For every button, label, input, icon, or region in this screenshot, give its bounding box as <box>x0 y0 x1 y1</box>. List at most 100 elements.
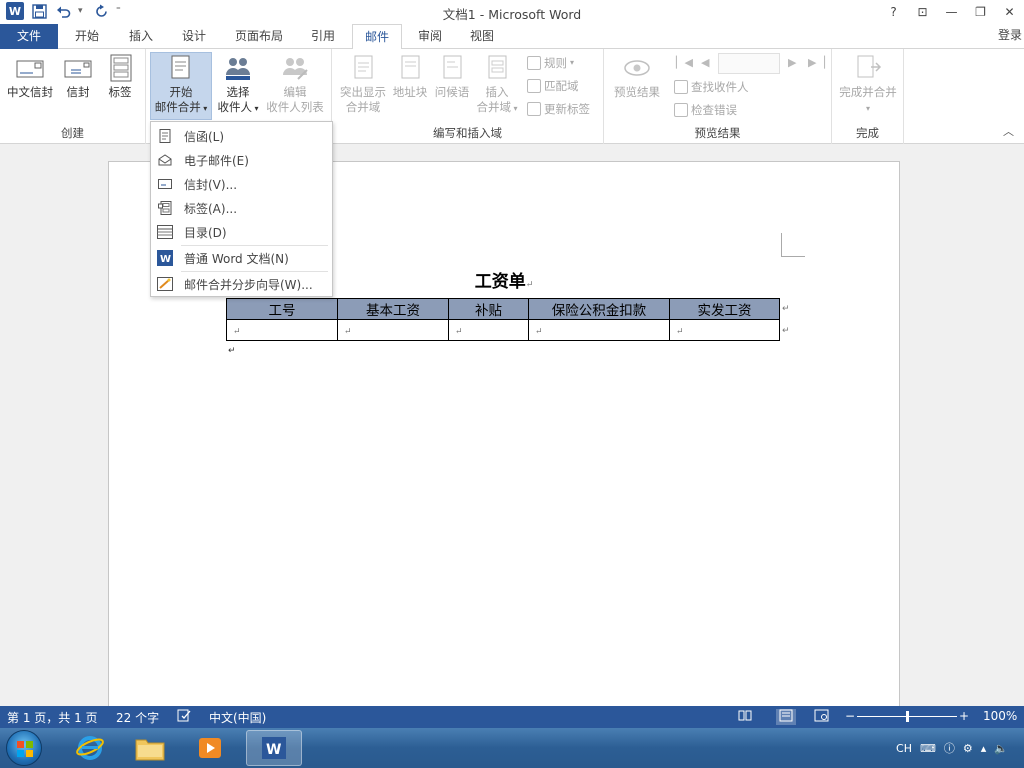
tab-insert[interactable]: 插入 <box>118 24 164 49</box>
start-mail-merge-button[interactable]: 开始 邮件合并 ▾ <box>150 52 212 120</box>
speaker-icon[interactable]: 🔈 <box>994 742 1008 755</box>
match-fields-button[interactable]: 匹配域 <box>527 76 579 96</box>
web-layout-icon[interactable] <box>814 709 829 725</box>
menu-item-normal-word-document[interactable]: W 普通 Word 文档(N) <box>151 246 332 270</box>
next-record-icon[interactable]: ▶ <box>788 56 796 69</box>
tab-page-layout[interactable]: 页面布局 <box>226 24 292 49</box>
show-hidden-icons-icon[interactable]: ▴ <box>981 742 987 755</box>
taskbar-file-explorer[interactable] <box>122 730 178 766</box>
menu-item-labels[interactable]: 标签(A)... <box>151 196 332 220</box>
table-header-row: 工号 基本工资 补贴 保险公积金扣款 实发工资 <box>226 298 780 320</box>
salary-table[interactable]: 工号 基本工资 补贴 保险公积金扣款 实发工资 ↵ ↵ ↵ ↵ ↵ <box>226 298 780 341</box>
settings-tray-icon[interactable]: ⚙ <box>963 742 973 755</box>
finish-merge-button[interactable]: 完成并合并 ▾ <box>834 53 902 116</box>
labels-icon <box>110 54 132 82</box>
edit-recipient-list-button[interactable]: 编辑 收件人列表 <box>262 53 328 115</box>
first-record-icon[interactable]: ▏◀ <box>676 56 693 69</box>
highlight-merge-fields-label-1: 突出显示 <box>340 85 386 99</box>
print-layout-icon[interactable] <box>776 709 796 725</box>
labels-button[interactable]: 标签 <box>102 53 138 100</box>
highlight-merge-fields-icon <box>354 55 373 79</box>
greeting-line-button[interactable]: 问候语 <box>432 53 472 100</box>
table-header-cell[interactable]: 补贴 <box>448 298 529 320</box>
svg-text:W: W <box>266 742 281 758</box>
ribbon-display-options-icon[interactable]: ⊡ <box>908 0 937 24</box>
tab-mailings[interactable]: 邮件 <box>352 24 402 50</box>
table-cell[interactable]: ↵ <box>337 319 449 341</box>
sign-in-link[interactable]: 登录 <box>998 26 1022 43</box>
keyboard-icon[interactable]: ⌨ <box>920 742 936 755</box>
table-header-cell[interactable]: 基本工资 <box>337 298 449 320</box>
language-status[interactable]: 中文(中国) <box>209 709 266 726</box>
menu-item-email[interactable]: 电子邮件(E) <box>151 148 332 172</box>
update-labels-button[interactable]: 更新标签 <box>527 99 590 119</box>
menu-item-mail-merge-wizard[interactable]: 邮件合并分步向导(W)... <box>151 272 332 296</box>
last-record-icon[interactable]: ▶▕ <box>808 56 825 69</box>
table-row: ↵ ↵ ↵ ↵ ↵ <box>226 319 780 341</box>
group-write-insert-fields: 突出显示 合并域 地址块 问候语 插入 合并域 ▾ 规则 ▾ 匹配域 更新标签 编… <box>332 49 604 144</box>
preview-results-button[interactable]: 预览结果 <box>608 53 666 100</box>
header-insurance-deduction: 保险公积金扣款 <box>551 303 647 319</box>
window-title: 文档1 - Microsoft Word <box>442 7 582 22</box>
minimize-icon[interactable]: — <box>937 0 966 24</box>
header-net-salary: 实发工资 <box>697 303 752 319</box>
menu-item-letters[interactable]: 信函(L) <box>151 124 332 148</box>
start-mail-merge-label-1: 开始 <box>169 85 193 99</box>
envelope-button[interactable]: 信封 <box>60 53 96 100</box>
help-tray-icon[interactable]: ⓘ <box>944 740 955 756</box>
tab-view[interactable]: 视图 <box>459 24 505 49</box>
document-title-text: 工资单 <box>474 272 526 292</box>
table-header-cell[interactable]: 实发工资 <box>669 298 780 320</box>
tab-review[interactable]: 审阅 <box>407 24 453 49</box>
select-recipients-button[interactable]: 选择 收件人 ▾ <box>214 53 262 116</box>
zoom-level[interactable]: 100% <box>983 709 1017 723</box>
taskbar-internet-explorer[interactable] <box>62 730 118 766</box>
table-cell[interactable]: ↵ <box>669 319 780 341</box>
find-recipient-icon <box>674 80 688 94</box>
zoom-in-button[interactable]: + <box>959 709 969 723</box>
table-header-cell[interactable]: 工号 <box>226 298 338 320</box>
chinese-envelope-button[interactable]: 中文信封 <box>4 53 56 100</box>
page-count-status[interactable]: 第 1 页，共 1 页 <box>7 709 98 726</box>
collapse-ribbon-icon[interactable]: ︿ <box>1003 123 1014 139</box>
wizard-icon <box>157 276 173 292</box>
start-button[interactable] <box>6 730 42 766</box>
table-header-cell[interactable]: 保险公积金扣款 <box>528 298 670 320</box>
tab-references[interactable]: 引用 <box>300 24 346 49</box>
start-mail-merge-icon <box>171 55 190 79</box>
rules-button[interactable]: 规则 ▾ <box>527 53 574 73</box>
ime-indicator[interactable]: CH <box>896 742 912 755</box>
check-errors-button[interactable]: 检查错误 <box>674 100 737 120</box>
update-labels-label: 更新标签 <box>544 102 590 116</box>
previous-record-icon[interactable]: ◀ <box>701 56 709 69</box>
greeting-line-icon <box>443 55 462 79</box>
table-cell[interactable]: ↵ <box>448 319 529 341</box>
finish-merge-label: 完成并合并 <box>839 85 897 99</box>
menu-item-envelopes[interactable]: 信封(V)... <box>151 172 332 196</box>
tab-home[interactable]: 开始 <box>64 24 110 49</box>
read-mode-icon[interactable] <box>738 709 752 725</box>
highlight-merge-fields-button[interactable]: 突出显示 合并域 <box>336 53 390 115</box>
group-preview-label: 预览结果 <box>694 126 741 140</box>
menu-item-directory[interactable]: 目录(D) <box>151 220 332 244</box>
record-number-input[interactable] <box>718 53 780 74</box>
find-recipient-button[interactable]: 查找收件人 <box>674 77 749 97</box>
address-block-button[interactable]: 地址块 <box>390 53 430 100</box>
proofing-icon[interactable] <box>177 709 191 725</box>
svg-text:W: W <box>160 254 171 265</box>
taskbar-media-player[interactable] <box>182 730 238 766</box>
word-count-status[interactable]: 22 个字 <box>116 709 159 726</box>
header-employee-id: 工号 <box>268 303 296 319</box>
table-cell[interactable]: ↵ <box>528 319 670 341</box>
zoom-out-button[interactable]: − <box>845 709 855 723</box>
restore-icon[interactable]: ❐ <box>966 0 995 24</box>
help-icon[interactable]: ? <box>879 0 908 24</box>
close-icon[interactable]: ✕ <box>995 0 1024 24</box>
zoom-slider-thumb[interactable] <box>906 711 909 722</box>
table-cell[interactable]: ↵ <box>226 319 338 341</box>
taskbar-word[interactable]: W <box>246 730 302 766</box>
insert-merge-field-button[interactable]: 插入 合并域 ▾ <box>472 53 522 116</box>
tab-design[interactable]: 设计 <box>171 24 217 49</box>
tab-file[interactable]: 文件 <box>0 24 58 49</box>
taskbar: W CH ⌨ ⓘ ⚙ ▴ 🔈 <box>0 728 1024 768</box>
